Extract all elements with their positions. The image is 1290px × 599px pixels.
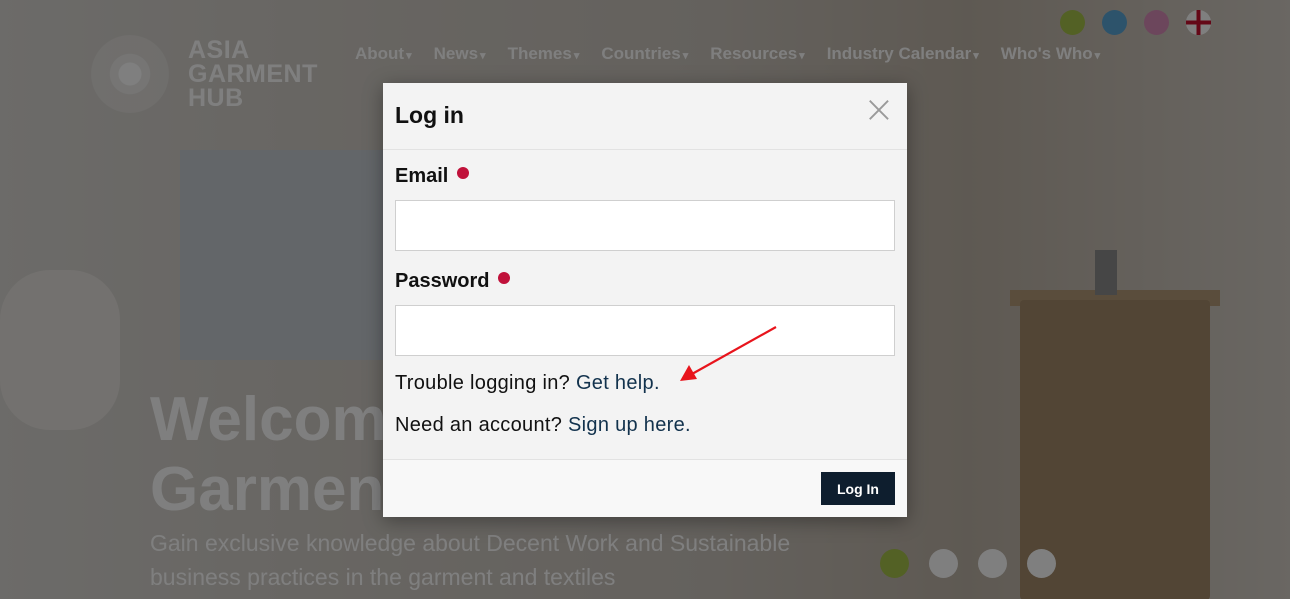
signup-line: Need an account? Sign up here. xyxy=(395,414,895,437)
modal-footer: Log In xyxy=(383,459,907,517)
modal-title: Log in xyxy=(395,102,464,128)
annotation-arrow-icon xyxy=(680,326,777,381)
signup-prefix: Need an account? xyxy=(395,414,563,436)
close-icon: × xyxy=(863,87,895,131)
modal-header: Log in × xyxy=(383,83,907,150)
login-modal: Log in × Email Password Trouble logging … xyxy=(383,83,907,517)
help-line: Trouble logging in? Get help. xyxy=(395,326,895,398)
help-prefix: Trouble logging in? xyxy=(395,372,571,394)
close-button[interactable]: × xyxy=(863,90,895,128)
get-help-link[interactable]: Get help. xyxy=(576,372,660,394)
password-field[interactable] xyxy=(395,305,895,356)
login-button[interactable]: Log In xyxy=(821,472,895,505)
email-label-text: Email xyxy=(395,164,449,187)
password-label: Password xyxy=(395,269,895,293)
email-field[interactable] xyxy=(395,200,895,251)
required-indicator-icon xyxy=(457,167,470,179)
email-label: Email xyxy=(395,164,895,188)
password-label-text: Password xyxy=(395,269,490,292)
modal-body: Email Password Trouble logging in? Get h… xyxy=(383,164,907,437)
sign-up-link[interactable]: Sign up here. xyxy=(568,414,691,436)
required-indicator-icon xyxy=(498,272,511,284)
